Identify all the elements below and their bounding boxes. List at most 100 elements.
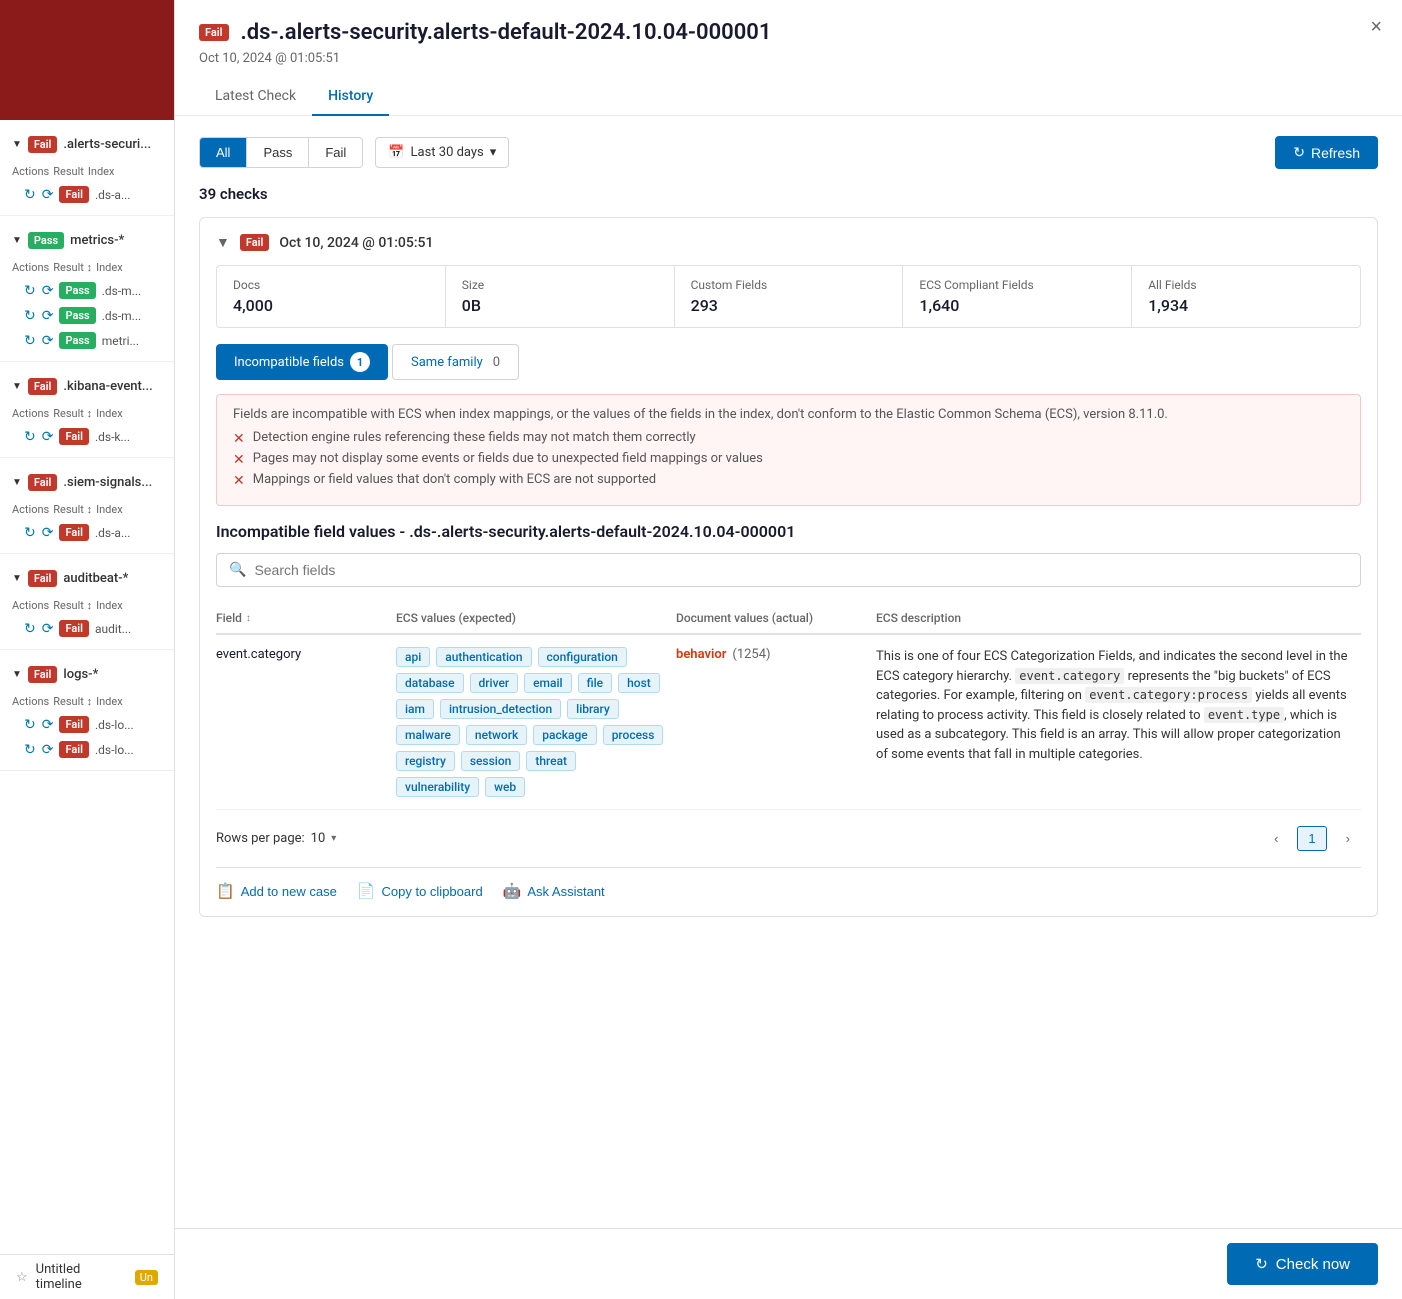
- refresh-icon[interactable]: ↻: [24, 283, 36, 299]
- field-name-cell: event.category: [216, 634, 396, 810]
- history-icon[interactable]: ⟳: [42, 717, 54, 733]
- badge-fail: Fail: [28, 666, 58, 683]
- rows-per-page[interactable]: Rows per page: 10 ▾: [216, 831, 336, 846]
- next-page-button[interactable]: ›: [1335, 826, 1361, 851]
- timeline-bar[interactable]: ☆ Untitled timeline Un: [0, 1254, 174, 1299]
- doc-values-cell: behavior (1254): [676, 634, 876, 810]
- incompat-fields-tab[interactable]: Incompatible fields 1: [216, 344, 388, 380]
- refresh-icon[interactable]: ↻: [24, 429, 36, 445]
- sidebar-metrics-item-2: ↻ ⟳ Pass .ds-m...: [0, 303, 174, 328]
- refresh-icon[interactable]: ↻: [24, 621, 36, 637]
- sidebar-subitem: ↻ ⟳ Fail .ds-a...: [0, 182, 174, 207]
- chevron-down-icon: ▼: [12, 477, 22, 488]
- badge-fail: Fail: [28, 378, 58, 395]
- badge-pass-item: Pass: [59, 332, 95, 349]
- prev-page-button[interactable]: ‹: [1263, 826, 1289, 851]
- add-to-case-button[interactable]: 📋 Add to new case: [216, 882, 337, 900]
- history-icon[interactable]: ⟳: [42, 187, 54, 203]
- actions-label: Actions: [12, 261, 49, 274]
- ecs-tag: package: [533, 725, 596, 745]
- result-label: Result ↕: [53, 599, 92, 612]
- check-card-header: ▼ Fail Oct 10, 2024 @ 01:05:51: [216, 234, 1361, 251]
- sidebar-header: [0, 0, 174, 120]
- same-family-tab[interactable]: Same family 0: [392, 344, 519, 380]
- refresh-icon[interactable]: ↻: [24, 717, 36, 733]
- history-icon[interactable]: ⟳: [42, 429, 54, 445]
- refresh-icon[interactable]: ↻: [24, 742, 36, 758]
- filter-fail-button[interactable]: Fail: [309, 138, 362, 167]
- sidebar-group-kibana-header[interactable]: ▼ Fail .kibana-event...: [0, 370, 174, 403]
- sort-icon[interactable]: ↕: [246, 613, 251, 624]
- doc-values-col-header: Document values (actual): [676, 603, 876, 634]
- history-icon[interactable]: ⟳: [42, 308, 54, 324]
- actions-label: Actions: [12, 695, 49, 708]
- ecs-tag: database: [396, 673, 464, 693]
- sidebar-group-alerts-security: ▼ Fail .alerts-securi... Actions Result …: [0, 120, 174, 216]
- ecs-tag: malware: [396, 725, 460, 745]
- index-name: .ds-lo...: [95, 743, 134, 757]
- modal-tabs: Latest Check History: [199, 78, 1378, 115]
- sidebar-group-siem-label: .siem-signals...: [63, 475, 152, 490]
- ecs-tag: intrusion_detection: [440, 699, 561, 719]
- chevron-down-icon: ▾: [331, 833, 336, 844]
- badge-fail-item: Fail: [59, 741, 89, 758]
- sidebar-group-auditbeat-header[interactable]: ▼ Fail auditbeat-*: [0, 562, 174, 595]
- refresh-icon[interactable]: ↻: [24, 333, 36, 349]
- warning-item-3: ✕ Mappings or field values that don't co…: [233, 472, 1344, 489]
- copy-to-clipboard-button[interactable]: 📄 Copy to clipboard: [357, 882, 483, 900]
- result-label: Result ↕: [53, 503, 92, 516]
- ecs-tag: threat: [526, 751, 576, 771]
- index-name: audit...: [95, 622, 131, 636]
- sidebar-group-siem-header[interactable]: ▼ Fail .siem-signals...: [0, 466, 174, 499]
- index-name: .ds-lo...: [95, 718, 134, 732]
- assistant-icon: 🤖: [503, 882, 522, 900]
- filter-pass-button[interactable]: Pass: [247, 138, 309, 167]
- history-icon[interactable]: ⟳: [42, 525, 54, 541]
- page-1-button[interactable]: 1: [1297, 826, 1326, 851]
- tab-history[interactable]: History: [312, 78, 389, 116]
- ecs-values-cell: apiauthenticationconfigurationdatabasedr…: [396, 634, 676, 810]
- date-filter-picker[interactable]: 📅 Last 30 days ▾: [375, 137, 509, 168]
- index-name: .ds-m...: [102, 309, 141, 323]
- tab-latest-check[interactable]: Latest Check: [199, 78, 312, 116]
- ecs-tag: email: [524, 673, 571, 693]
- filter-all-button[interactable]: All: [200, 138, 247, 167]
- sidebar-metrics-actions-row: Actions Result ↕ Index: [0, 257, 174, 278]
- sidebar-group-auditbeat-label: auditbeat-*: [63, 571, 128, 586]
- sidebar-group-siem: ▼ Fail .siem-signals... Actions Result ↕…: [0, 458, 174, 554]
- stats-ecs-compliant-value: 1,640: [919, 296, 1115, 315]
- refresh-icon[interactable]: ↻: [24, 308, 36, 324]
- search-bar[interactable]: 🔍: [216, 553, 1361, 587]
- stats-docs-label: Docs: [233, 278, 429, 292]
- date-filter-label: Last 30 days: [411, 145, 484, 160]
- star-icon: ☆: [16, 1270, 28, 1285]
- sidebar-group-header[interactable]: ▼ Fail .alerts-securi...: [0, 128, 174, 161]
- history-icon[interactable]: ⟳: [42, 742, 54, 758]
- ask-assistant-button[interactable]: 🤖 Ask Assistant: [503, 882, 605, 900]
- badge-fail: Fail: [28, 474, 58, 491]
- modal-close-button[interactable]: ×: [1370, 16, 1382, 39]
- sidebar-group-metrics-header[interactable]: ▼ Pass metrics-*: [0, 224, 174, 257]
- sidebar-group-logs-header[interactable]: ▼ Fail logs-*: [0, 658, 174, 691]
- chevron-down-icon: ▼: [12, 235, 22, 246]
- refresh-icon[interactable]: ↻: [24, 187, 36, 203]
- check-now-label: Check now: [1276, 1256, 1350, 1273]
- history-icon[interactable]: ⟳: [42, 283, 54, 299]
- badge-fail-item: Fail: [59, 620, 89, 637]
- filter-button-group: All Pass Fail: [199, 137, 363, 168]
- history-icon[interactable]: ⟳: [42, 621, 54, 637]
- refresh-button[interactable]: ↻ Refresh: [1275, 136, 1378, 169]
- stats-all-fields-label: All Fields: [1148, 278, 1344, 292]
- refresh-icon[interactable]: ↻: [24, 525, 36, 541]
- check-card-date: Oct 10, 2024 @ 01:05:51: [279, 235, 433, 251]
- search-input[interactable]: [254, 562, 1348, 578]
- ecs-desc-col-header: ECS description: [876, 603, 1361, 634]
- check-now-button[interactable]: ↻ Check now: [1227, 1243, 1378, 1285]
- ecs-tag: session: [461, 751, 521, 771]
- incompat-tabs: Incompatible fields 1 Same family 0: [216, 344, 1361, 380]
- history-icon[interactable]: ⟳: [42, 333, 54, 349]
- refresh-icon: ↻: [1255, 1255, 1268, 1273]
- chevron-down-icon[interactable]: ▼: [216, 234, 230, 251]
- footer-bar: ↻ Check now: [175, 1228, 1402, 1299]
- warning-item-1: ✕ Detection engine rules referencing the…: [233, 430, 1344, 447]
